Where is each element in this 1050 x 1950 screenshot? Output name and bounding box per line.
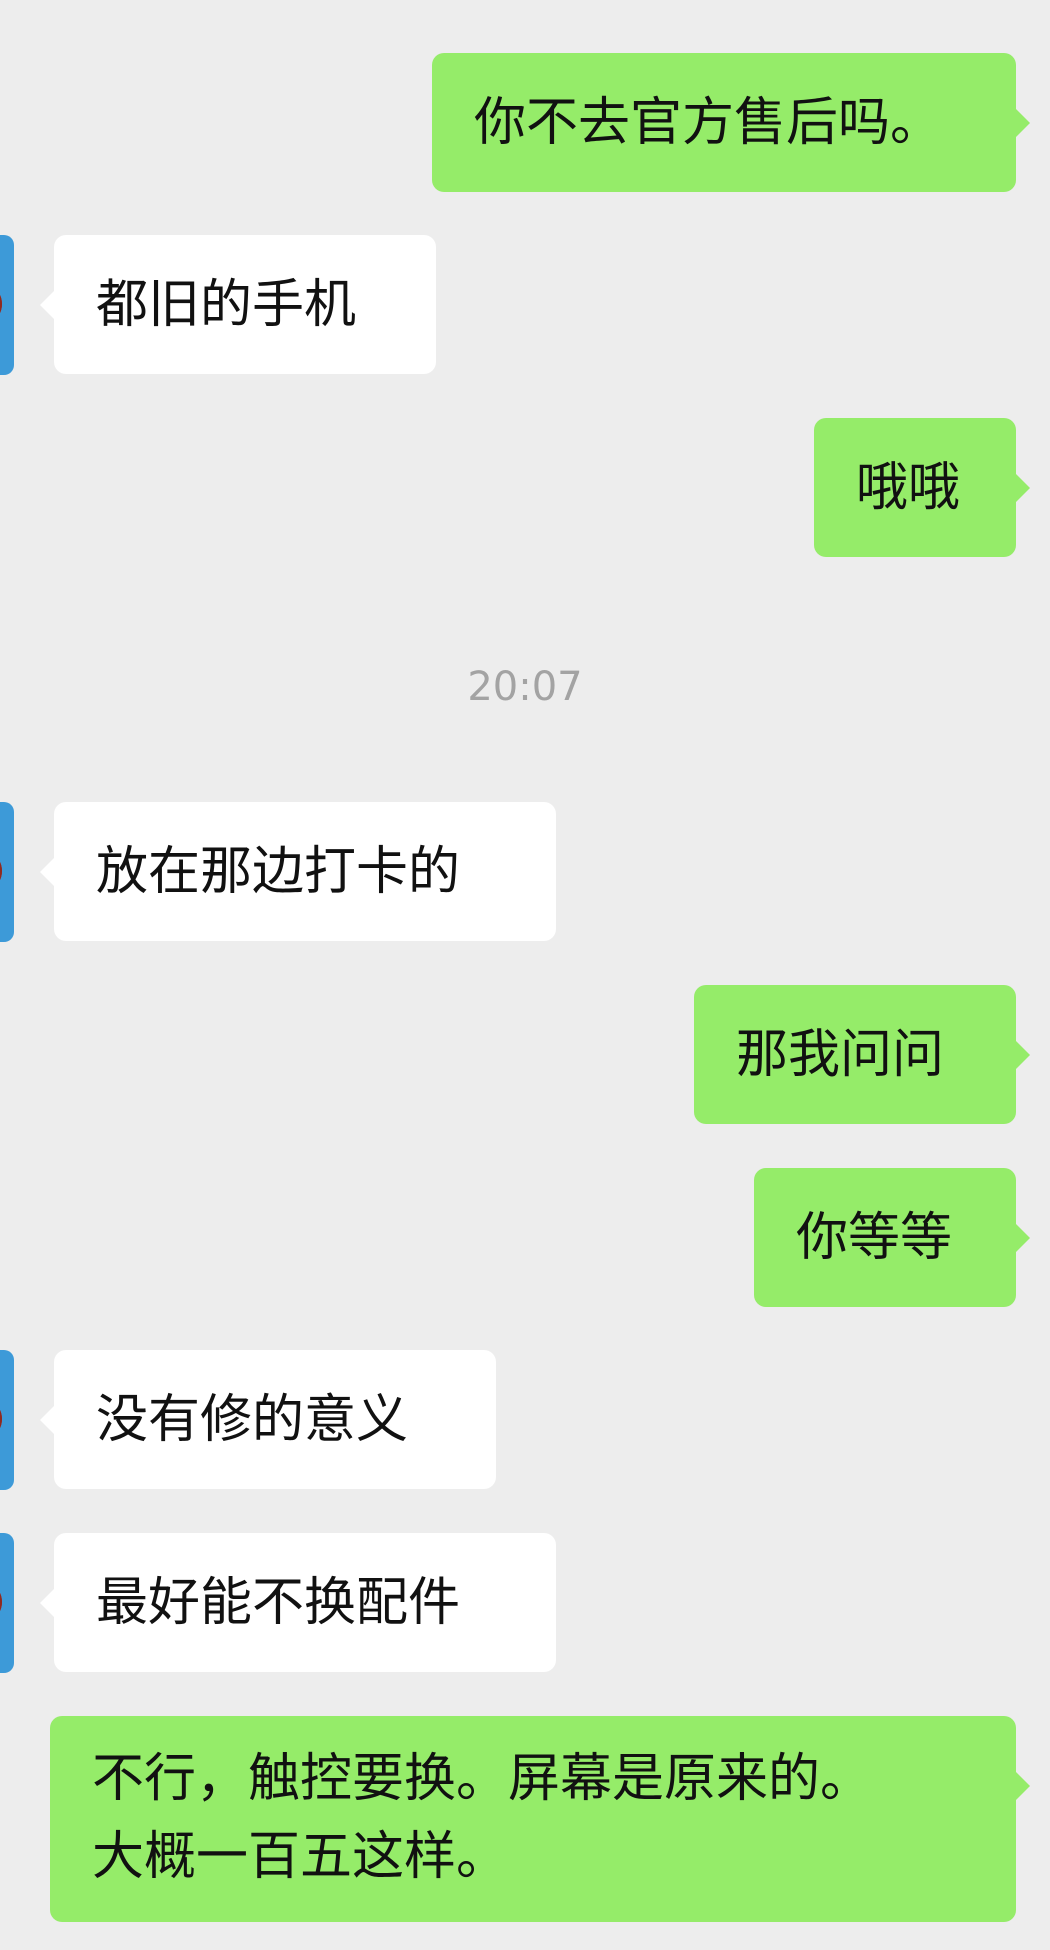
message-bubble-incoming[interactable]: 最好能不换配件 [40, 1533, 556, 1672]
message-text: 你不去官方售后吗。 [474, 93, 943, 153]
message-text: 都旧的手机 [96, 275, 357, 335]
message-text-line: 大概一百五这样。 [92, 1827, 509, 1887]
message-text: 最好能不换配件 [96, 1573, 461, 1633]
flower-icon [0, 856, 2, 886]
message-text: 那我问问 [736, 1025, 945, 1085]
contact-avatar[interactable] [0, 235, 14, 375]
flower-icon [0, 1587, 2, 1617]
message-text: 放在那边打卡的 [96, 842, 461, 902]
chat-message-list[interactable]: 你不去官方售后吗。 都旧的手机 哦哦 20:07 放在那边打卡的 那我问问 你等… [0, 0, 1050, 1950]
message-bubble-outgoing[interactable]: 你等等 [754, 1168, 1030, 1307]
message-bubble-outgoing[interactable]: 不行，触控要换。屏幕是原来的。 大概一百五这样。 [50, 1716, 1030, 1922]
message-bubble-incoming[interactable]: 放在那边打卡的 [40, 802, 556, 941]
message-bubble-outgoing[interactable]: 你不去官方售后吗。 [432, 53, 1030, 192]
flower-icon [0, 289, 2, 319]
message-text-line: 不行，触控要换。屏幕是原来的。 [92, 1749, 873, 1809]
message-bubble-incoming[interactable]: 都旧的手机 [40, 235, 436, 374]
message-text: 你等等 [796, 1208, 953, 1268]
message-bubble-outgoing[interactable]: 哦哦 [814, 418, 1030, 557]
message-bubble-incoming[interactable]: 没有修的意义 [40, 1350, 496, 1489]
message-text: 哦哦 [856, 458, 961, 518]
message-text: 没有修的意义 [96, 1390, 409, 1450]
message-bubble-outgoing[interactable]: 那我问问 [694, 985, 1030, 1124]
flower-icon [0, 1404, 2, 1434]
contact-avatar[interactable] [0, 802, 14, 942]
contact-avatar[interactable] [0, 1533, 14, 1673]
contact-avatar[interactable] [0, 1350, 14, 1490]
timestamp-separator: 20:07 [467, 664, 583, 710]
